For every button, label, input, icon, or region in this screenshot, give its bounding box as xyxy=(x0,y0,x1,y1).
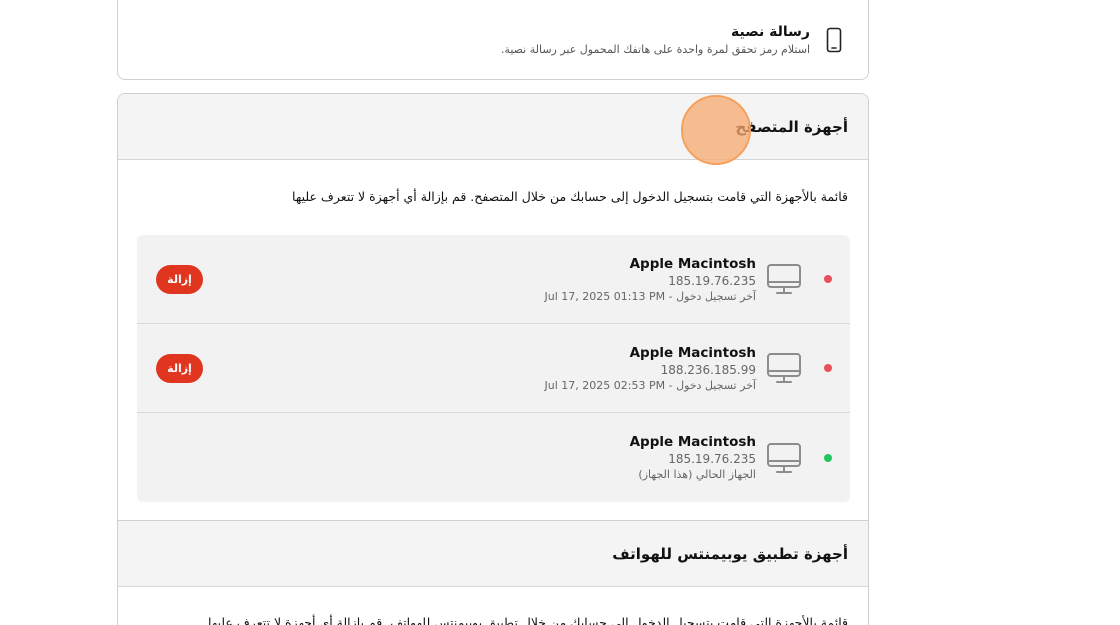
device-last-login: آخر تسجيل دخول - Jul 17, 2025 02:53 PM xyxy=(544,378,756,392)
device-info: Apple Macintosh 185.19.76.235 الجهاز الح… xyxy=(630,434,756,481)
status-dot xyxy=(824,364,832,372)
sms-method-row[interactable]: رسالة نصية استلام رمز تحقق لمرة واحدة عل… xyxy=(118,0,868,81)
browser-devices-description: قائمة بالأجهزة التي قامت بتسجيل الدخول إ… xyxy=(292,189,848,204)
status-dot xyxy=(824,275,832,283)
device-list: Apple Macintosh 185.19.76.235 آخر تسجيل … xyxy=(137,235,850,502)
mobile-devices-header: أجهزة تطبيق يوبيمنتس للهواتف xyxy=(118,521,868,587)
mobile-devices-description: قائمة بالأجهزة التي قامت بتسجيل الدخول إ… xyxy=(207,615,848,625)
sms-method-card[interactable]: رسالة نصية استلام رمز تحقق لمرة واحدة عل… xyxy=(117,0,869,80)
device-ip: 185.19.76.235 xyxy=(668,452,756,466)
sms-text: رسالة نصية استلام رمز تحقق لمرة واحدة عل… xyxy=(501,24,810,56)
device-last-login: آخر تسجيل دخول - Jul 17, 2025 01:13 PM xyxy=(544,289,756,303)
device-current-label: الجهاز الحالي (هذا الجهاز) xyxy=(638,468,756,481)
phone-icon xyxy=(824,25,844,55)
mobile-devices-title: أجهزة تطبيق يوبيمنتس للهواتف xyxy=(612,544,848,563)
device-info: Apple Macintosh 188.236.185.99 آخر تسجيل… xyxy=(545,345,756,392)
click-indicator xyxy=(681,95,751,165)
device-name: Apple Macintosh xyxy=(629,255,756,272)
device-info: Apple Macintosh 185.19.76.235 آخر تسجيل … xyxy=(545,256,756,303)
device-row: Apple Macintosh 185.19.76.235 آخر تسجيل … xyxy=(137,235,850,324)
sms-description: استلام رمز تحقق لمرة واحدة على هاتفك الم… xyxy=(500,43,810,56)
mobile-devices-section: أجهزة تطبيق يوبيمنتس للهواتف قائمة بالأج… xyxy=(117,520,869,625)
monitor-icon xyxy=(766,350,802,386)
sms-title: رسالة نصية xyxy=(731,24,810,40)
device-name: Apple Macintosh xyxy=(629,434,756,450)
device-ip: 185.19.76.235 xyxy=(668,273,756,288)
device-ip: 188.236.185.99 xyxy=(660,362,756,377)
monitor-icon xyxy=(766,440,802,476)
browser-devices-title: أجهزة المتصفح xyxy=(735,117,848,136)
remove-device-button[interactable]: إزالة xyxy=(156,354,203,383)
monitor-icon xyxy=(766,261,802,297)
device-row: Apple Macintosh 188.236.185.99 آخر تسجيل… xyxy=(137,324,850,413)
status-dot xyxy=(824,453,832,462)
remove-device-button[interactable]: إزالة xyxy=(156,265,203,294)
device-name: Apple Macintosh xyxy=(629,344,756,361)
browser-devices-header: أجهزة المتصفح xyxy=(118,94,868,160)
device-row: Apple Macintosh 185.19.76.235 الجهاز الح… xyxy=(137,413,850,502)
